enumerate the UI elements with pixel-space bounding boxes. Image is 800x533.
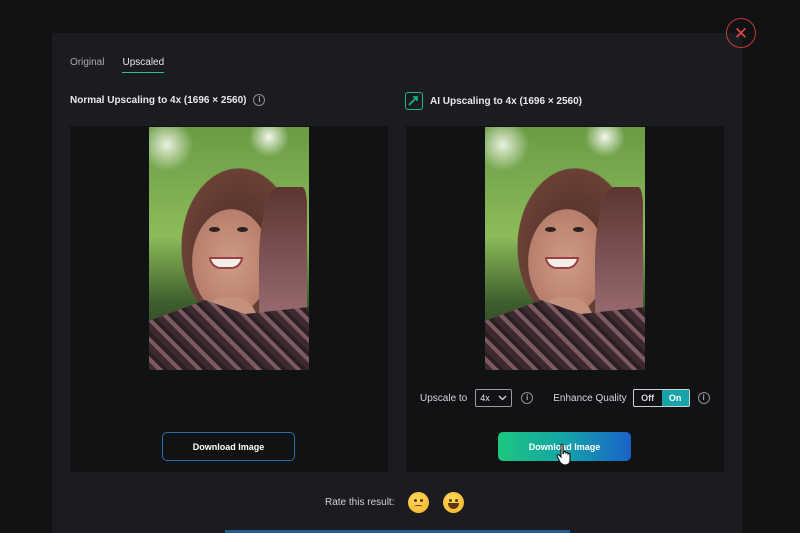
ai-download-button[interactable]: Download Image [498,432,631,461]
info-icon[interactable]: i [521,392,534,404]
grinning-face-icon[interactable] [443,492,465,513]
ai-upscaled-photo [485,127,645,370]
toggle-off-option[interactable]: Off [634,390,662,406]
normal-preview-panel: Download Image [70,126,388,472]
disappointed-face-icon[interactable] [408,492,430,513]
normal-upscaled-photo [149,127,309,370]
enhance-quality-toggle[interactable]: Off On [632,389,690,407]
normal-upscale-title-row: Normal Upscaling to 4x (1696 × 2560) i [70,94,266,106]
view-tabs: Original Upscaled [70,57,165,73]
info-icon[interactable]: i [697,392,710,404]
upscale-factor-select[interactable]: 4x [475,389,513,407]
close-icon: ✕ [733,23,749,43]
chevron-down-icon [498,395,507,401]
ai-upscale-icon [405,92,423,110]
tab-original[interactable]: Original [70,57,104,73]
info-icon[interactable]: i [253,94,266,106]
upscale-factor-value: 4x [480,393,490,403]
normal-upscale-title: Normal Upscaling to 4x (1696 × 2560) [70,94,247,106]
enhance-quality-label: Enhance Quality [553,392,627,404]
rating-row: Rate this result: [325,492,465,513]
rate-label: Rate this result: [325,497,395,508]
ai-preview-panel: Download Image [406,126,724,472]
ai-upscale-title-row: AI Upscaling to 4x (1696 × 2560) [405,92,582,110]
toggle-on-option[interactable]: On [661,390,689,406]
close-button[interactable]: ✕ [726,18,756,48]
upscale-to-label: Upscale to [420,392,468,404]
ai-upscale-title: AI Upscaling to 4x (1696 × 2560) [430,95,583,107]
ai-controls: Upscale to 4x i Enhance Quality Off On i [420,389,710,407]
tab-upscaled[interactable]: Upscaled [122,57,165,73]
normal-download-button[interactable]: Download Image [162,432,295,461]
